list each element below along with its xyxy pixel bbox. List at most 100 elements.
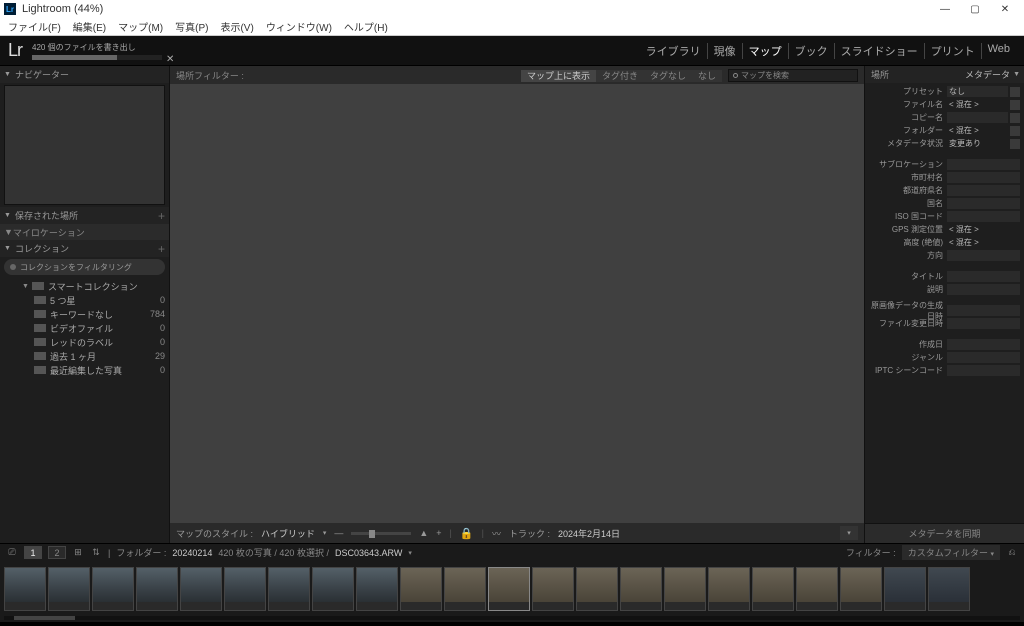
saved-locations-header[interactable]: ▼ 保存された場所 + (0, 207, 169, 224)
meta-value[interactable]: < 混在 > (947, 224, 1020, 235)
add-icon[interactable]: + (158, 242, 165, 256)
lock-icon[interactable]: 🔒 (460, 527, 474, 540)
maximize-button[interactable]: ▢ (960, 0, 990, 18)
collection-filter[interactable]: コレクションをフィルタリング (4, 259, 165, 275)
navigator-header[interactable]: ▼ ナビゲーター (0, 66, 169, 83)
metadata-row[interactable]: 作成日 (869, 338, 1020, 351)
thumbnail[interactable] (664, 567, 706, 611)
thumbnail[interactable] (48, 567, 90, 611)
toolbar-dropdown[interactable]: ▾ (840, 526, 858, 540)
track-icon[interactable]: 〰 (492, 527, 501, 540)
action-icon[interactable] (1010, 113, 1020, 123)
meta-value[interactable] (947, 172, 1020, 183)
metadata-row[interactable]: ファイル名< 混在 > (869, 98, 1020, 111)
map-view[interactable] (170, 84, 864, 523)
metadata-row[interactable]: 説明 (869, 283, 1020, 296)
meta-value[interactable] (947, 305, 1020, 316)
meta-value[interactable] (947, 365, 1020, 376)
menu-window[interactable]: ウィンドウ(W) (260, 19, 338, 34)
meta-value[interactable] (947, 185, 1020, 196)
close-button[interactable]: ✕ (990, 0, 1020, 18)
menu-edit[interactable]: 編集(E) (67, 19, 112, 34)
metadata-row[interactable]: コピー名 (869, 111, 1020, 124)
thumbnail[interactable] (312, 567, 354, 611)
smart-collection-folder[interactable]: ▼ スマートコレクション (0, 279, 169, 293)
thumbnail[interactable] (224, 567, 266, 611)
metadata-row[interactable]: 方向 (869, 249, 1020, 262)
collection-item[interactable]: 5 つ星0 (0, 293, 169, 307)
collections-header[interactable]: ▼ コレクション + (0, 240, 169, 257)
menu-photo[interactable]: 写真(P) (169, 19, 214, 34)
view-mode-2[interactable]: 2 (48, 546, 66, 559)
meta-value[interactable] (947, 211, 1020, 222)
meta-value[interactable] (947, 198, 1020, 209)
module-ライブラリ[interactable]: ライブラリ (640, 43, 708, 59)
meta-value[interactable] (947, 352, 1020, 363)
thumbnail[interactable] (136, 567, 178, 611)
meta-value[interactable]: < 混在 > (947, 237, 1020, 248)
dropdown-icon[interactable] (1010, 87, 1020, 97)
metadata-row[interactable]: 高度 (絶値)< 混在 > (869, 236, 1020, 249)
metadata-row[interactable]: フォルダー< 混在 > (869, 124, 1020, 137)
thumbnail[interactable] (840, 567, 882, 611)
meta-value[interactable] (947, 339, 1020, 350)
secondary-display-icon[interactable]: ⎚ (6, 547, 18, 559)
thumbnail[interactable] (708, 567, 750, 611)
module-Web[interactable]: Web (982, 43, 1016, 59)
filter-lock-icon[interactable]: ⎌ (1006, 547, 1018, 559)
chevron-down-icon[interactable]: ▾ (323, 529, 327, 537)
thumbnail[interactable] (92, 567, 134, 611)
thumbnail[interactable] (488, 567, 530, 611)
metadata-header[interactable]: 場所 メタデータ ▼ (865, 66, 1024, 83)
module-スライドショー[interactable]: スライドショー (835, 43, 925, 59)
metadata-row[interactable]: ISO 国コード (869, 210, 1020, 223)
thumbnail[interactable] (400, 567, 442, 611)
zoom-slider[interactable] (351, 532, 411, 535)
metadata-row[interactable]: 市町村名 (869, 171, 1020, 184)
menu-file[interactable]: ファイル(F) (2, 19, 67, 34)
filter-select[interactable]: カスタムフィルター ▾ (902, 545, 1000, 560)
collection-item[interactable]: レッドのラベル0 (0, 335, 169, 349)
action-icon[interactable] (1010, 139, 1020, 149)
module-ブック[interactable]: ブック (789, 43, 835, 59)
filter-2[interactable]: タグなし (644, 70, 692, 82)
my-location-row[interactable]: ▼ マイロケーション (0, 224, 169, 240)
chevron-down-icon[interactable]: ▾ (408, 549, 412, 557)
module-現像[interactable]: 現像 (708, 43, 743, 59)
thumbnail[interactable] (796, 567, 838, 611)
map-search[interactable]: マップを検索 (728, 69, 858, 82)
meta-value[interactable]: 変更あり (947, 138, 1008, 149)
metadata-row[interactable]: ジャンル (869, 351, 1020, 364)
thumbnail[interactable] (180, 567, 222, 611)
meta-value[interactable] (947, 112, 1008, 123)
thumbnail[interactable] (928, 567, 970, 611)
filter-0[interactable]: マップ上に表示 (521, 70, 596, 82)
metadata-row[interactable]: タイトル (869, 270, 1020, 283)
menu-map[interactable]: マップ(M) (112, 19, 169, 34)
progress-close-icon[interactable]: ✕ (166, 54, 174, 65)
sort-icon[interactable]: ⇅ (90, 547, 102, 559)
meta-value[interactable] (947, 318, 1020, 329)
thumbnail[interactable] (884, 567, 926, 611)
thumbnail[interactable] (532, 567, 574, 611)
meta-value[interactable]: < 混在 > (947, 99, 1008, 110)
module-マップ[interactable]: マップ (743, 43, 789, 59)
thumbnail[interactable] (356, 567, 398, 611)
filter-1[interactable]: タグ付き (596, 70, 644, 82)
menu-help[interactable]: ヘルプ(H) (338, 19, 394, 34)
thumbnail[interactable] (752, 567, 794, 611)
collection-item[interactable]: キーワードなし784 (0, 307, 169, 321)
thumbnail[interactable] (620, 567, 662, 611)
collection-item[interactable]: 過去 1 ヶ月29 (0, 349, 169, 363)
metadata-row[interactable]: ファイル変更日時 (869, 317, 1020, 330)
navigator-preview[interactable] (4, 85, 165, 205)
preset-row[interactable]: プリセット なし (869, 85, 1020, 98)
metadata-row[interactable]: 国名 (869, 197, 1020, 210)
menu-view[interactable]: 表示(V) (214, 19, 259, 34)
meta-value[interactable] (947, 250, 1020, 261)
thumbnail[interactable] (576, 567, 618, 611)
thumbnail[interactable] (4, 567, 46, 611)
metadata-row[interactable]: 都道府県名 (869, 184, 1020, 197)
grid-icon[interactable]: ⊞ (72, 547, 84, 559)
filter-3[interactable]: なし (692, 70, 722, 82)
